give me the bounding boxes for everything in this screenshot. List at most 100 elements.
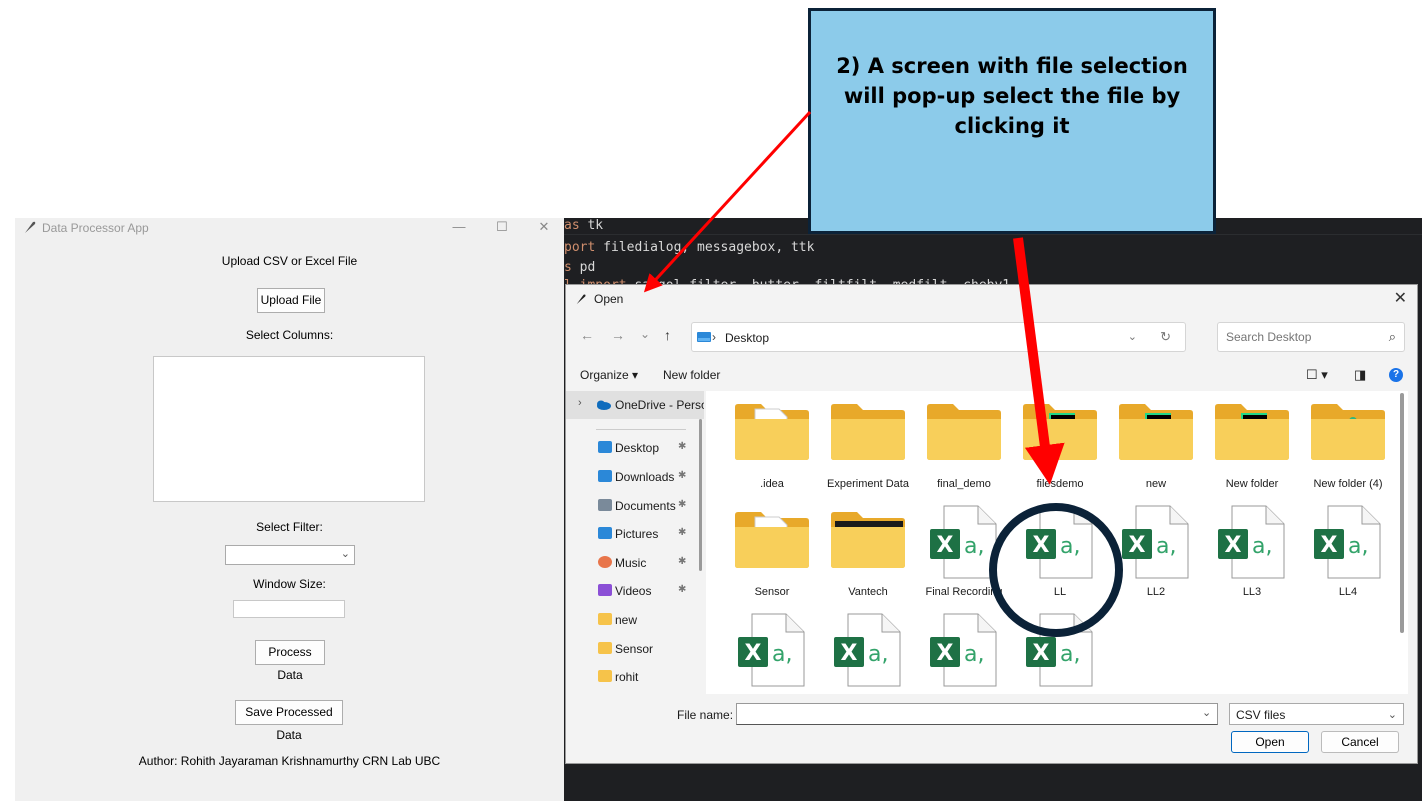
navigation-pane: › OneDrive - Perso Desktop ✱ Downloads ✱ Doc…: [566, 391, 704, 694]
recent-locations-button[interactable]: ⌄: [640, 327, 650, 341]
file-item[interactable]: Xa, LL2: [1108, 503, 1204, 603]
file-item[interactable]: Xa, Final Recording: [916, 503, 1012, 603]
nav-divider: [596, 429, 686, 430]
upload-label: Upload CSV or Excel File: [221, 254, 358, 268]
music-icon: [598, 556, 612, 568]
search-input[interactable]: [1226, 328, 1376, 346]
excel-file-icon: Xa,: [1218, 505, 1285, 579]
nav-item-label: Pictures: [615, 527, 659, 541]
nav-item-videos[interactable]: Videos ✱: [566, 578, 704, 604]
svg-text:a,: a,: [1060, 642, 1080, 667]
select-columns-label: Select Columns:: [245, 328, 334, 342]
folder-icon: PC: [1119, 404, 1193, 460]
filter-combobox[interactable]: ⌄: [225, 545, 355, 565]
file-item[interactable]: Xa, LL4: [1300, 503, 1396, 603]
nav-item-label: Videos: [615, 584, 652, 598]
file-item[interactable]: Vantech: [820, 503, 916, 603]
close-button[interactable]: ✕: [525, 218, 563, 238]
svg-text:X: X: [937, 641, 954, 666]
svg-text:X: X: [1321, 533, 1338, 558]
columns-listbox[interactable]: [153, 356, 425, 502]
file-item[interactable]: PC New folder: [1204, 395, 1300, 495]
file-item[interactable]: .idea: [724, 395, 820, 495]
file-item[interactable]: Xa, LL3: [1204, 503, 1300, 603]
chevron-down-icon: ⌄: [1387, 709, 1397, 721]
process-data-button[interactable]: Process Data: [255, 640, 325, 682]
file-item[interactable]: New folder (4): [1300, 395, 1396, 495]
chevron-down-icon[interactable]: ⌄: [1128, 330, 1137, 343]
search-icon: ⌕: [1388, 329, 1396, 344]
folder-icon: [831, 512, 905, 568]
file-name-label: LL: [1053, 586, 1067, 598]
file-item[interactable]: PC filesdemo: [1012, 395, 1108, 495]
file-item[interactable]: PC new: [1108, 395, 1204, 495]
excel-file-icon: Xa,: [1026, 613, 1093, 687]
file-item[interactable]: Xa,: [724, 611, 820, 694]
file-name-label: Sensor: [754, 586, 790, 598]
folder-icon: [598, 670, 612, 682]
nav-item-documents[interactable]: Documents ✱: [566, 493, 704, 519]
folder-icon: [1311, 404, 1385, 460]
dialog-close-button[interactable]: ✕: [1394, 288, 1407, 308]
nav-item-pictures[interactable]: Pictures ✱: [566, 521, 704, 547]
nav-item-label: rohit: [615, 670, 639, 684]
file-item[interactable]: Experiment Data: [820, 395, 916, 495]
maximize-button[interactable]: ☐: [483, 218, 521, 238]
pin-icon: ✱: [678, 441, 687, 452]
refresh-icon[interactable]: ↻: [1160, 329, 1171, 345]
search-box[interactable]: ⌕: [1217, 322, 1405, 352]
file-item[interactable]: Xa,: [1012, 611, 1108, 694]
select-filter-label: Select Filter:: [256, 520, 323, 534]
file-item[interactable]: final_demo: [916, 395, 1012, 495]
folder-icon: PC: [1215, 404, 1289, 460]
chevron-down-icon[interactable]: ⌄: [1202, 706, 1211, 719]
filename-input[interactable]: [736, 703, 1218, 725]
folder-icon: PC: [1023, 404, 1097, 460]
save-processed-data-button[interactable]: Save Processed Data: [235, 700, 343, 742]
back-button[interactable]: ←: [580, 327, 594, 343]
file-name-label: LL4: [1338, 586, 1358, 598]
organize-menu[interactable]: Organize ▾: [580, 368, 638, 382]
nav-item-desktop[interactable]: Desktop ✱: [566, 435, 704, 461]
file-item[interactable]: Xa,: [820, 611, 916, 694]
new-folder-button[interactable]: New folder: [663, 368, 720, 382]
pin-icon: ✱: [678, 499, 687, 510]
file-type-select[interactable]: CSV files ⌄: [1229, 703, 1404, 725]
minimize-button[interactable]: —: [440, 218, 478, 238]
excel-file-icon: Xa,: [930, 505, 997, 579]
cancel-button[interactable]: Cancel: [1321, 731, 1399, 753]
forward-button[interactable]: →: [611, 327, 625, 343]
excel-file-icon: Xa,: [930, 613, 997, 687]
file-item[interactable]: Xa,: [916, 611, 1012, 694]
preview-pane-icon[interactable]: ◨: [1354, 367, 1366, 383]
view-layout-button[interactable]: ☐ ▾: [1306, 367, 1328, 383]
nav-item-sensor[interactable]: Sensor: [566, 636, 704, 662]
help-icon[interactable]: ?: [1389, 368, 1403, 382]
file-item[interactable]: Sensor: [724, 503, 820, 603]
nav-item-onedrive[interactable]: › OneDrive - Perso: [566, 391, 704, 419]
nav-item-new[interactable]: new: [566, 607, 704, 633]
nav-item-rohit[interactable]: rohit: [566, 664, 704, 690]
window-size-input[interactable]: [233, 600, 345, 618]
code-line: s pd: [564, 260, 596, 275]
breadcrumb-desktop[interactable]: Desktop: [725, 331, 769, 345]
feather-icon: [25, 221, 36, 233]
nav-item-music[interactable]: Music ✱: [566, 550, 704, 576]
file-item[interactable]: Xa, LL: [1012, 503, 1108, 603]
window-size-label: Window Size:: [253, 577, 326, 591]
excel-file-icon: Xa,: [1314, 505, 1381, 579]
nav-item-label: Downloads: [615, 470, 675, 484]
open-button[interactable]: Open: [1231, 731, 1309, 753]
upload-file-button[interactable]: Upload File: [257, 288, 325, 313]
filename-row: File name: ⌄ CSV files ⌄: [566, 703, 1417, 727]
nav-item-downloads[interactable]: Downloads ✱: [566, 464, 704, 490]
up-button[interactable]: ↑: [664, 327, 671, 343]
svg-text:X: X: [1225, 533, 1242, 558]
navigation-bar: ← → ⌄ ↑ › Desktop ⌄ ↻ ⌕: [566, 318, 1417, 354]
address-bar[interactable]: › Desktop ⌄ ↻: [691, 322, 1186, 352]
pin-icon: ✱: [678, 470, 687, 481]
svg-text:X: X: [1033, 533, 1050, 558]
folder-icon: [735, 404, 809, 460]
folder-icon: [598, 613, 612, 625]
excel-file-icon: Xa,: [1026, 505, 1093, 579]
